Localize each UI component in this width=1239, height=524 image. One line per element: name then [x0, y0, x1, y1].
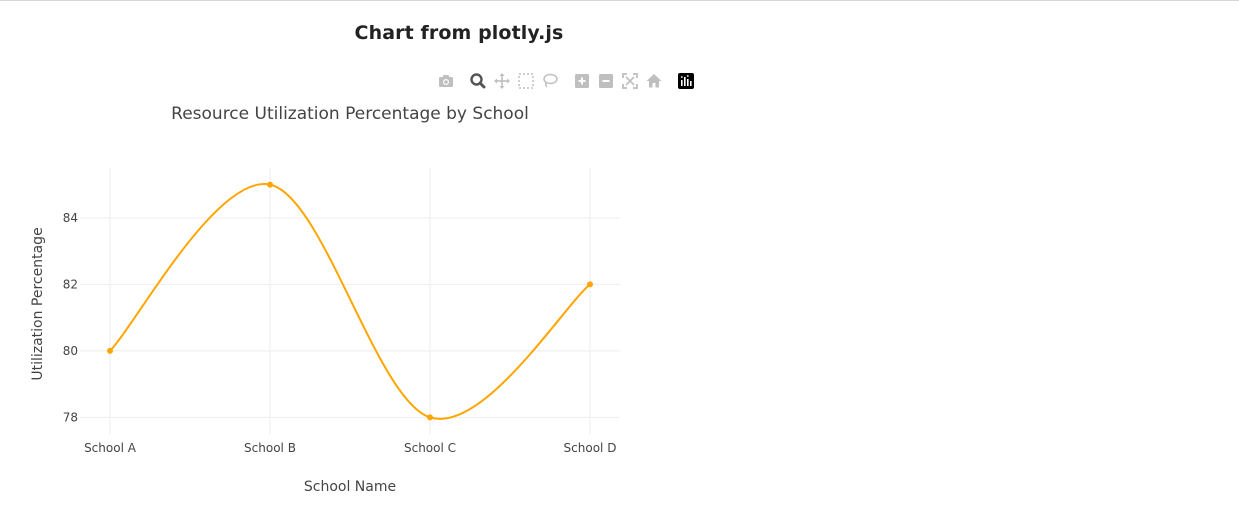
x-tick-label: School A: [84, 441, 137, 455]
x-tick-label: School B: [244, 441, 296, 455]
x-tick-label: School D: [564, 441, 617, 455]
data-point: [107, 347, 113, 354]
x-axis-title: School Name: [304, 479, 396, 495]
series-line: [109, 183, 591, 420]
data-point: [587, 281, 593, 288]
chart-svg: 78 80 82 84 School A School B School C School D…: [30, 104, 620, 495]
x-tick-label: School C: [404, 441, 456, 455]
data-point: [267, 181, 273, 188]
chart-title: Resource Utilization Percentage by Schoo…: [171, 104, 529, 124]
data-point: [427, 414, 433, 421]
y-tick-label: 84: [63, 211, 78, 225]
tick-labels: 78 80 82 84 School A School B School C School D: [63, 211, 617, 455]
y-tick-label: 80: [63, 344, 78, 358]
y-tick-label: 78: [63, 410, 78, 424]
y-tick-label: 82: [63, 277, 78, 291]
y-axis-title: Utilization Percentage: [30, 227, 46, 380]
